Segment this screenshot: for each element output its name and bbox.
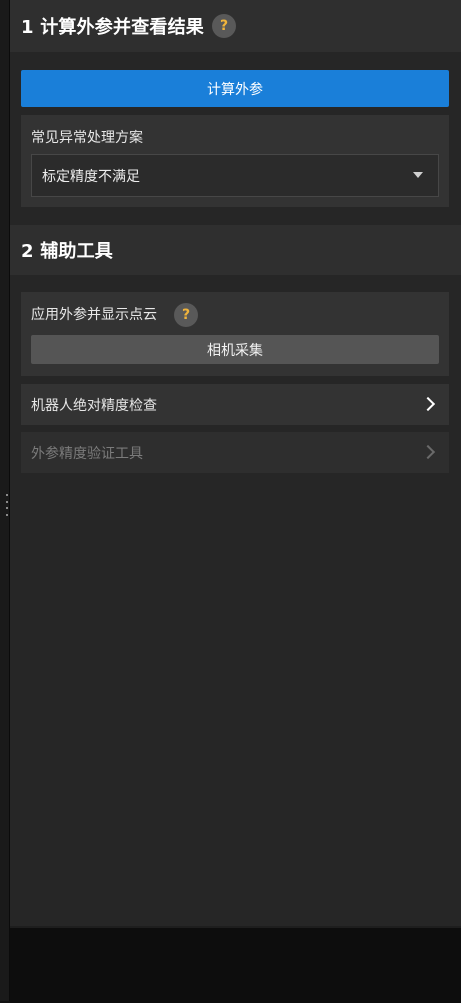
chevron-right-icon bbox=[420, 396, 436, 412]
resize-handle-grip[interactable] bbox=[6, 494, 9, 516]
extrinsic-verify-tool-label: 外参精度验证工具 bbox=[31, 445, 143, 462]
chevron-right-icon bbox=[420, 444, 436, 460]
grip-dot bbox=[6, 494, 8, 496]
camera-capture-button[interactable]: 相机采集 bbox=[31, 335, 439, 364]
help-icon[interactable]: ? bbox=[174, 303, 198, 327]
caret-down-icon bbox=[413, 172, 423, 178]
section-2-header: 2 辅助工具 bbox=[10, 225, 461, 275]
robot-accuracy-check-label: 机器人绝对精度检查 bbox=[31, 397, 157, 414]
robot-accuracy-check-row[interactable]: 机器人绝对精度检查 bbox=[21, 384, 449, 425]
left-edge-strip bbox=[0, 0, 10, 1001]
extrinsic-verify-tool-row: 外参精度验证工具 bbox=[21, 432, 449, 473]
pointcloud-card: 应用外参并显示点云 ? 相机采集 bbox=[21, 292, 449, 376]
troubleshoot-card: 常见异常处理方案 标定精度不满足 bbox=[21, 115, 449, 207]
troubleshoot-label: 常见异常处理方案 bbox=[31, 130, 143, 146]
section-1-header: 1 计算外参并查看结果 ? bbox=[10, 0, 461, 52]
grip-dot bbox=[6, 507, 8, 510]
help-icon[interactable]: ? bbox=[212, 14, 236, 38]
compute-extrinsics-button[interactable]: 计算外参 bbox=[21, 70, 449, 107]
section-2-title: 2 辅助工具 bbox=[21, 241, 113, 262]
grip-dot bbox=[6, 500, 8, 503]
side-panel: 1 计算外参并查看结果 ? 计算外参 常见异常处理方案 标定精度不满足 2 辅助… bbox=[10, 0, 461, 926]
troubleshoot-selected-value: 标定精度不满足 bbox=[42, 168, 140, 185]
section-1-title: 1 计算外参并查看结果 bbox=[21, 17, 204, 38]
bottom-bar bbox=[10, 926, 461, 1003]
troubleshoot-dropdown[interactable]: 标定精度不满足 bbox=[31, 154, 439, 197]
grip-dot bbox=[6, 513, 8, 516]
pointcloud-label: 应用外参并显示点云 bbox=[31, 307, 157, 323]
